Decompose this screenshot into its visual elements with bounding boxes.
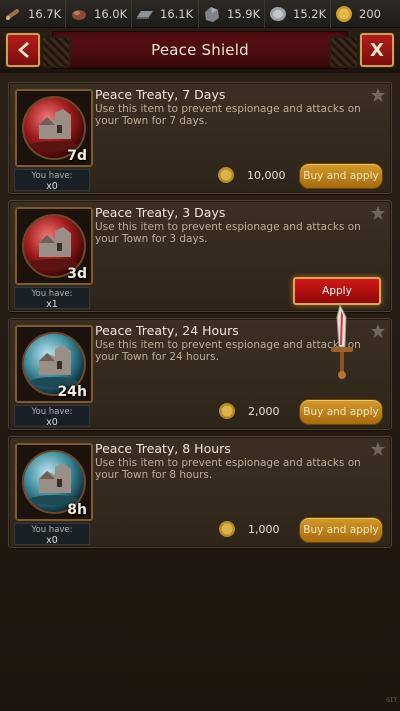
iron-icon (137, 10, 153, 19)
item-icon-frame: 24h (15, 325, 93, 403)
have-label: You have: (31, 525, 73, 535)
have-value: x1 (46, 299, 58, 310)
have-label: You have: (31, 171, 73, 181)
title-plate: Peace Shield (41, 31, 359, 69)
duration-label: 24h (57, 384, 87, 400)
close-button[interactable]: X (360, 33, 394, 67)
gold-coin-icon (219, 403, 235, 419)
price-value: 1,000 (248, 522, 280, 536)
item-description: Use this item to prevent espionage and a… (95, 339, 361, 363)
stone-value: 15.9K (227, 6, 261, 21)
stone-icon (205, 6, 219, 22)
item-description: Use this item to prevent espionage and a… (95, 457, 361, 481)
gold-value: 200 (359, 6, 381, 21)
item-title: Peace Treaty, 7 Days (95, 87, 226, 102)
corner-tag: GIT (386, 697, 397, 704)
resource-bar: 16.7K 16.0K 16.1K 15.9K 15.2K 200 (0, 0, 400, 28)
back-button[interactable] (6, 33, 40, 67)
have-value: x0 (46, 181, 58, 192)
item-icon-frame: 3d (15, 207, 93, 285)
item-icon-frame: 8h (15, 443, 93, 521)
duration-label: 8h (67, 502, 87, 518)
favorite-star-icon[interactable] (370, 323, 386, 339)
buy-and-apply-button[interactable]: Buy and apply (299, 517, 383, 543)
inventory-count: You have: x0 (14, 523, 90, 545)
duration-label: 3d (67, 266, 87, 282)
wood-value: 16.7K (28, 6, 62, 21)
inventory-count: You have: x1 (14, 287, 90, 309)
resource-gold[interactable]: 200 (331, 0, 400, 28)
price: 2,000 (218, 399, 280, 423)
wood-icon (6, 8, 20, 20)
have-label: You have: (31, 407, 73, 417)
buy-and-apply-button[interactable]: Buy and apply (299, 163, 383, 189)
favorite-star-icon[interactable] (370, 87, 386, 103)
have-label: You have: (31, 289, 73, 299)
resource-stone[interactable]: 15.9K (199, 0, 265, 28)
have-value: x0 (46, 535, 58, 546)
have-value: x0 (46, 417, 58, 428)
inventory-count: You have: x0 (14, 405, 90, 427)
item-card-3-days: 3d You have: x1 Peace Treaty, 3 Days Use… (8, 200, 392, 312)
favorite-star-icon[interactable] (370, 205, 386, 221)
item-title: Peace Treaty, 8 Hours (95, 441, 231, 456)
item-card-7-days: 7d You have: x0 Peace Treaty, 7 Days Use… (8, 82, 392, 194)
favorite-star-icon[interactable] (370, 441, 386, 457)
resource-silver[interactable]: 15.2K (265, 0, 331, 28)
chevron-left-icon (18, 42, 29, 58)
resource-wood[interactable]: 16.7K (0, 0, 66, 28)
food-icon (72, 9, 86, 20)
gold-icon (336, 5, 352, 22)
silver-icon (270, 6, 286, 21)
header: Peace Shield X (0, 28, 400, 73)
item-card-8-hours: 8h You have: x0 Peace Treaty, 8 Hours Us… (8, 436, 392, 548)
gold-coin-icon (218, 167, 234, 183)
item-title: Peace Treaty, 3 Days (95, 205, 226, 220)
gold-coin-icon (219, 521, 235, 537)
item-description: Use this item to prevent espionage and a… (95, 103, 361, 127)
price: 10,000 (217, 163, 286, 187)
price-value: 2,000 (248, 404, 280, 418)
resource-food[interactable]: 16.0K (66, 0, 132, 28)
inventory-count: You have: x0 (14, 169, 90, 191)
price: 1,000 (218, 517, 280, 541)
price-value: 10,000 (247, 168, 286, 182)
item-icon-frame: 7d (15, 89, 93, 167)
page-title: Peace Shield (151, 41, 249, 59)
iron-value: 16.1K (160, 6, 194, 21)
apply-button[interactable]: Apply (293, 277, 381, 305)
close-icon: X (370, 39, 384, 61)
item-description: Use this item to prevent espionage and a… (95, 221, 361, 245)
duration-label: 7d (67, 148, 87, 164)
buy-and-apply-button[interactable]: Buy and apply (299, 399, 383, 425)
food-value: 16.0K (94, 6, 128, 21)
resource-iron[interactable]: 16.1K (132, 0, 199, 28)
item-title: Peace Treaty, 24 Hours (95, 323, 239, 338)
silver-value: 15.2K (293, 6, 327, 21)
item-card-24-hours: 24h You have: x0 Peace Treaty, 24 Hours … (8, 318, 392, 430)
